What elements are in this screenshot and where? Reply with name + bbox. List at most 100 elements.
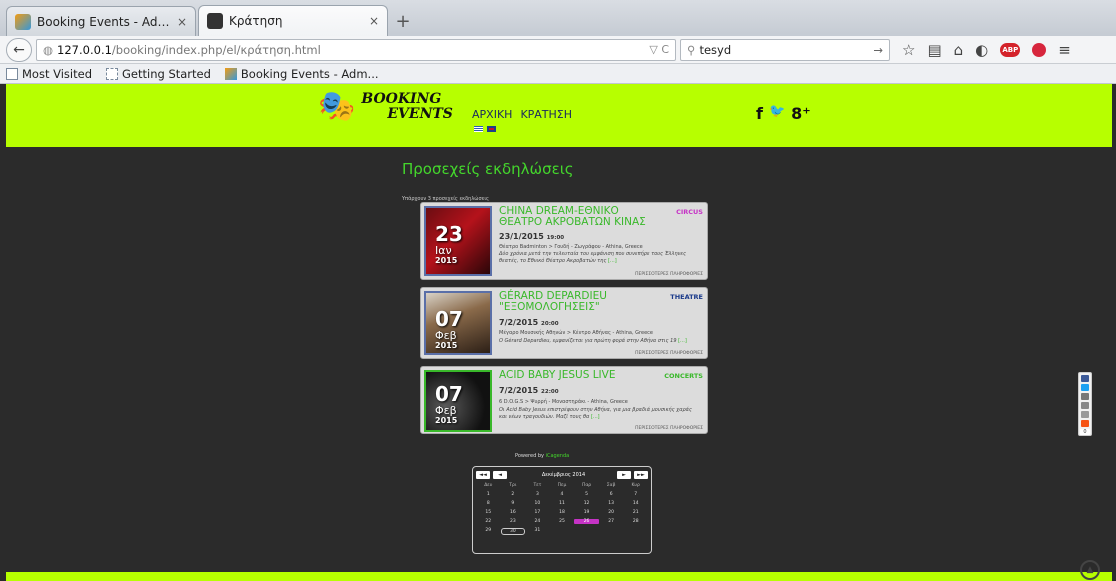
calendar-weekday: Δευ xyxy=(484,483,493,488)
event-date-value: 7/2/2015 xyxy=(499,386,539,395)
calendar-day[interactable]: 20 xyxy=(599,510,624,515)
event-thumbnail[interactable]: 23 Ιαν 2015 xyxy=(424,206,492,276)
calendar-day[interactable]: 31 xyxy=(525,528,550,535)
uk-flag-icon[interactable] xyxy=(487,126,496,132)
calendar-day[interactable]: 5 xyxy=(574,492,599,497)
event-time: 19:00 xyxy=(546,235,565,241)
calendar-day[interactable]: 14 xyxy=(623,501,648,506)
search-input[interactable]: ⚲ tesyd → xyxy=(680,38,890,61)
calendar-day[interactable]: 4 xyxy=(550,492,575,497)
twitter-icon[interactable]: 🐦 xyxy=(769,104,785,123)
calendar-day[interactable]: 24 xyxy=(525,519,550,524)
close-tab-icon[interactable]: × xyxy=(369,14,379,28)
event-thumbnail[interactable]: 07 Φεβ 2015 xyxy=(424,370,492,432)
read-more-link[interactable]: [...] xyxy=(678,338,687,344)
prev-month-button[interactable]: ◄ xyxy=(493,471,507,479)
calendar-day[interactable]: 22 xyxy=(476,519,501,524)
calendar-day[interactable]: 19 xyxy=(574,510,599,515)
calendar-day[interactable]: 2 xyxy=(501,492,526,497)
calendar-weekday: Κυρ xyxy=(631,483,640,488)
more-share-icon[interactable] xyxy=(1081,419,1089,427)
event-day: 07 xyxy=(435,307,463,331)
next-month-button[interactable]: ► xyxy=(617,471,631,479)
booking-favicon xyxy=(15,13,31,30)
more-info-link[interactable]: ΠΕΡΙΣΣΟΤΕΡΕΣ ΠΛΗΡΟΦΟΡΙΕΣ xyxy=(635,272,703,277)
tab-kratisi[interactable]: Κράτηση × xyxy=(198,5,388,36)
calendar-day[interactable]: 18 xyxy=(550,510,575,515)
greek-flag-icon[interactable] xyxy=(474,126,483,132)
facebook-share-icon[interactable] xyxy=(1081,375,1089,382)
tab-booking-admin[interactable]: Booking Events - Administ... × xyxy=(6,6,196,36)
bookmark-star-icon[interactable]: ☆ xyxy=(902,41,915,59)
url-bar[interactable]: ◍ 127.0.0.1 /booking/index.php/el/κράτησ… xyxy=(36,38,676,61)
calendar-day[interactable]: 3 xyxy=(525,492,550,497)
facebook-icon[interactable]: f xyxy=(756,104,763,123)
calendar-day[interactable]: 27 xyxy=(599,519,624,524)
more-info-link[interactable]: ΠΕΡΙΣΣΟΤΕΡΕΣ ΠΛΗΡΟΦΟΡΙΕΣ xyxy=(635,351,703,356)
event-title[interactable]: ACID BABY JESUS LIVE xyxy=(499,370,661,381)
calendar-day[interactable]: 13 xyxy=(599,501,624,506)
calendar-day[interactable]: 25 xyxy=(550,519,575,524)
event-card[interactable]: 07 Φεβ 2015 GÉRARD DEPARDIEU "ΕΞΟΜΟΛΟΓΗΣ… xyxy=(420,287,708,359)
page-icon xyxy=(106,67,118,80)
extension-icon[interactable] xyxy=(1032,42,1047,57)
menu-item-booking[interactable]: ΚΡΑΤΗΣΗ xyxy=(520,108,572,121)
calendar-day[interactable]: 16 xyxy=(501,510,526,515)
email-share-icon[interactable] xyxy=(1081,401,1089,409)
calendar-day[interactable]: 26 xyxy=(574,519,599,524)
calendar-day[interactable]: 30 xyxy=(500,528,526,535)
calendar-day[interactable]: 21 xyxy=(623,510,648,515)
event-card[interactable]: 07 Φεβ 2015 ACID BABY JESUS LIVE CONCERT… xyxy=(420,366,708,434)
bookmark-booking-admin[interactable]: Booking Events - Adm... xyxy=(224,67,379,81)
calendar-day[interactable]: 29 xyxy=(476,528,501,535)
event-title[interactable]: CHINA DREAM-ΕΘΝΙΚΟ ΘΕΑΤΡΟ ΑΚΡΟΒΑΤΩΝ ΚΙΝΑ… xyxy=(499,206,661,228)
reload-icon[interactable]: ▽ C xyxy=(649,43,669,56)
back-button[interactable]: ← xyxy=(6,37,32,62)
calendar-day[interactable]: 11 xyxy=(550,501,575,506)
adblock-icon[interactable]: ABP xyxy=(1000,42,1021,57)
bookmarks-menu-icon[interactable]: ▤ xyxy=(927,41,941,59)
event-card[interactable]: 23 Ιαν 2015 CHINA DREAM-ΕΘΝΙΚΟ ΘΕΑΤΡΟ ΑΚ… xyxy=(420,202,708,280)
print-share-icon[interactable] xyxy=(1081,392,1089,400)
close-tab-icon[interactable]: × xyxy=(177,15,187,29)
bookmark-getting-started[interactable]: Getting Started xyxy=(106,67,211,81)
globe-icon: ◍ xyxy=(43,42,54,57)
event-date-value: 7/2/2015 xyxy=(499,318,539,327)
event-title[interactable]: GÉRARD DEPARDIEU "ΕΞΟΜΟΛΟΓΗΣΕΙΣ" xyxy=(499,291,661,313)
twitter-share-icon[interactable] xyxy=(1081,383,1089,391)
next-year-button[interactable]: ►► xyxy=(634,471,648,479)
calendar-day[interactable]: 6 xyxy=(599,492,624,497)
event-description: Οι Acid Baby Jesus επιστρέφουν στην Αθήν… xyxy=(499,407,699,420)
calendar-day[interactable]: 8 xyxy=(476,501,501,506)
addon-icon[interactable]: ◐ xyxy=(975,41,988,59)
calendar-day[interactable]: 28 xyxy=(623,519,648,524)
prev-year-button[interactable]: ◄◄ xyxy=(476,471,490,479)
bookmark-most-visited[interactable]: Most Visited xyxy=(6,67,92,81)
read-more-link[interactable]: [...] xyxy=(591,414,600,420)
favorites-share-icon[interactable] xyxy=(1081,410,1089,418)
calendar-day[interactable]: 12 xyxy=(574,501,599,506)
calendar-day[interactable]: 17 xyxy=(525,510,550,515)
calendar-day[interactable]: 15 xyxy=(476,510,501,515)
google-plus-icon[interactable]: 8⁺ xyxy=(791,104,811,123)
icagenda-link[interactable]: iCagenda xyxy=(546,453,570,459)
go-arrow-icon[interactable]: → xyxy=(873,43,883,57)
calendar-day[interactable]: 9 xyxy=(501,501,526,506)
menu-icon[interactable]: ≡ xyxy=(1058,41,1071,59)
event-category[interactable]: CIRCUS xyxy=(676,208,703,216)
calendar-day[interactable]: 23 xyxy=(501,519,526,524)
read-more-link[interactable]: [...] xyxy=(608,258,617,264)
home-icon[interactable]: ⌂ xyxy=(954,41,964,59)
calendar-day[interactable]: 10 xyxy=(525,501,550,506)
calendar-day[interactable]: 7 xyxy=(623,492,648,497)
scroll-to-top-icon[interactable]: ▲ xyxy=(1080,560,1100,580)
new-tab-button[interactable]: + xyxy=(390,9,416,33)
event-category[interactable]: CONCERTS xyxy=(664,372,703,380)
site-logo[interactable]: 🎭 BOOKING EVENTS xyxy=(318,92,453,122)
calendar-day[interactable]: 1 xyxy=(476,492,501,497)
more-info-link[interactable]: ΠΕΡΙΣΣΟΤΕΡΕΣ ΠΛΗΡΟΦΟΡΙΕΣ xyxy=(635,426,703,431)
menu-item-home[interactable]: ΑΡΧΙΚΗ xyxy=(472,108,512,121)
event-category[interactable]: THEATRE xyxy=(670,293,703,301)
event-year: 2015 xyxy=(435,416,458,425)
event-thumbnail[interactable]: 07 Φεβ 2015 xyxy=(424,291,492,355)
